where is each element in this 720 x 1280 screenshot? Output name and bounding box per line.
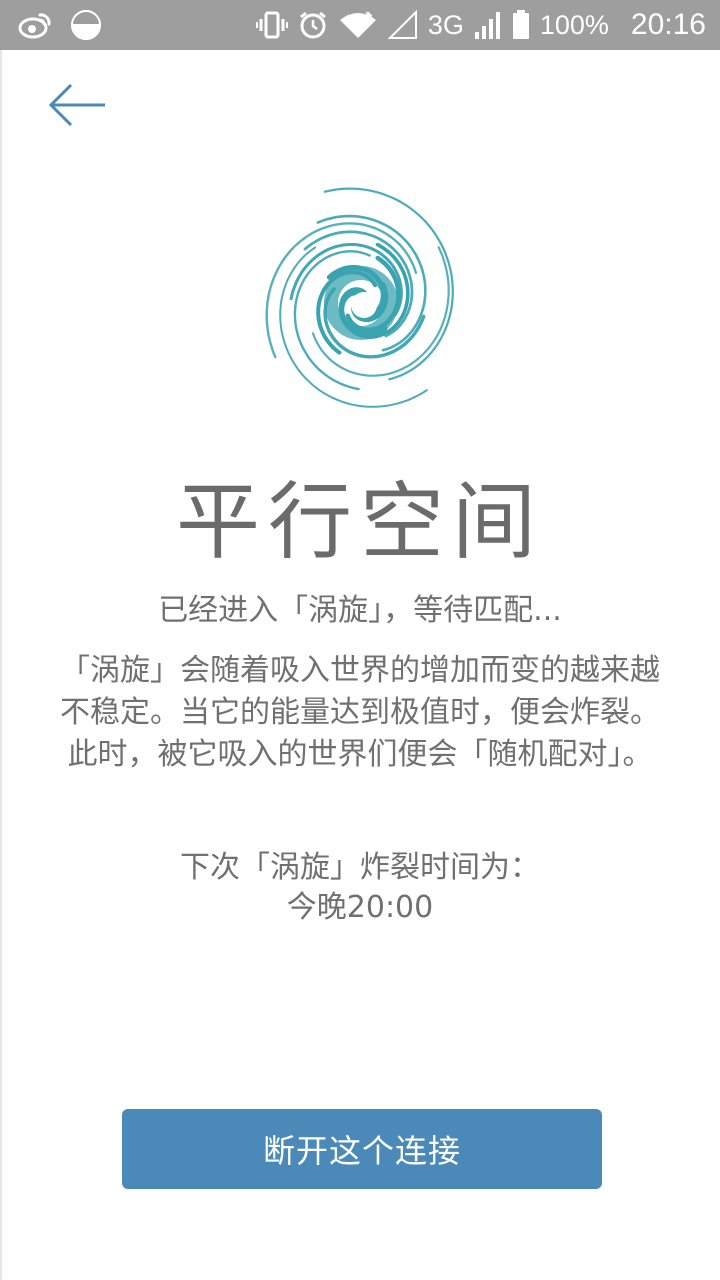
vortex-logo-icon: [248, 180, 474, 426]
left-edge-divider: [0, 50, 2, 1280]
disconnect-button[interactable]: 断开这个连接: [122, 1109, 602, 1189]
status-subtitle: 已经进入「涡旋」，等待匹配...: [158, 593, 562, 628]
status-left: [18, 9, 102, 41]
next-explosion-label: 下次「涡旋」炸裂时间为：: [180, 850, 540, 885]
signal-icon: [474, 10, 502, 40]
status-right: 3G 100% 20:16: [255, 8, 706, 42]
network-type: 3G: [427, 9, 464, 40]
arrow-left-icon: [48, 83, 105, 127]
signal-outline-icon: [387, 10, 418, 40]
back-button[interactable]: [44, 78, 110, 132]
clock: 20:16: [630, 8, 706, 41]
alarm-icon: [298, 10, 328, 40]
status-bar: 3G 100% 20:16: [0, 0, 720, 50]
next-explosion-time: 今晚20:00: [286, 890, 434, 925]
vortex-description: 「涡旋」会随着吸入世界的增加而变的越来越不稳定。当它的能量达到极值时，便会炸裂。…: [60, 653, 660, 772]
moon-icon: [70, 9, 102, 41]
battery-icon: [512, 10, 530, 40]
wifi-icon: [338, 10, 378, 40]
page-title: 平行空间: [175, 473, 544, 571]
vibrate-icon: [255, 11, 288, 39]
weibo-icon: [18, 11, 52, 39]
battery-percent: 100%: [539, 9, 609, 40]
